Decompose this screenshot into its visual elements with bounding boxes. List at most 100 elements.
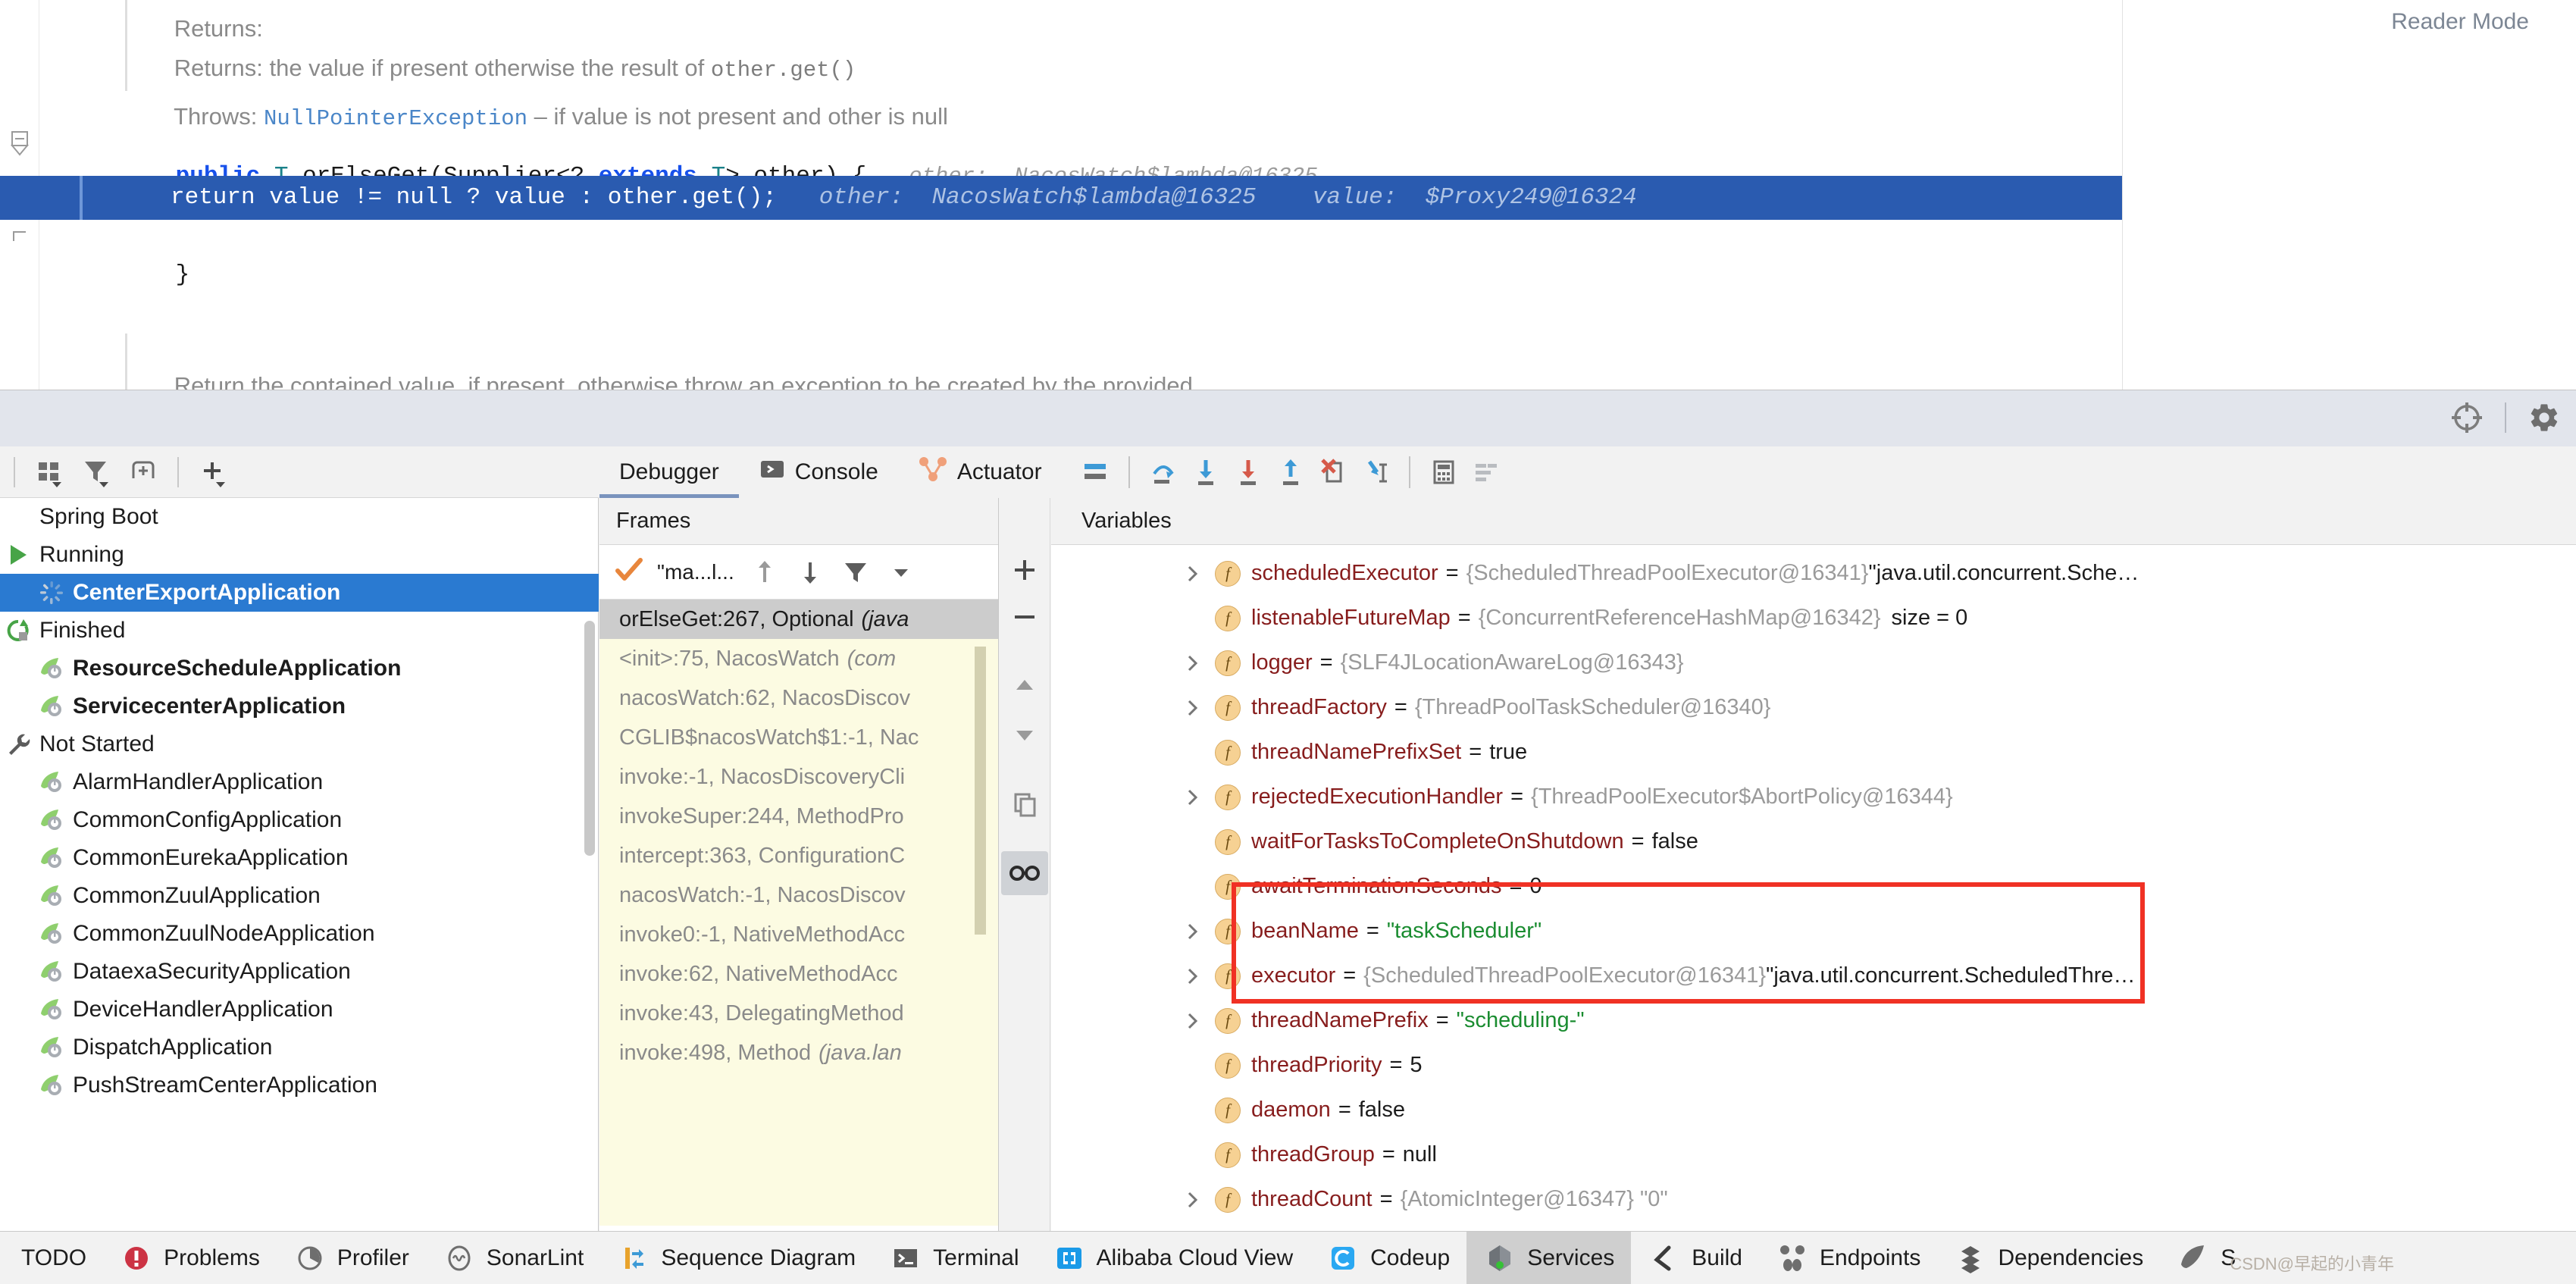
frame-row[interactable]: invoke:-1, NacosDiscoveryCli — [599, 757, 998, 797]
statusbar-item-endpoints[interactable]: Endpoints — [1759, 1232, 1937, 1284]
show-execution-point-icon[interactable] — [1465, 451, 1507, 493]
frame-row[interactable]: CGLIB$nacosWatch$1:-1, Nac — [599, 718, 998, 757]
service-item-resourcescheduleapplication[interactable]: ResourceScheduleApplication — [0, 650, 599, 687]
run-to-cursor-icon[interactable] — [1354, 451, 1397, 493]
editor-split-divider[interactable] — [2122, 0, 2123, 390]
variable-row[interactable]: f threadCount = {AtomicInteger@16347} "0" — [1051, 1177, 2576, 1222]
frame-row[interactable]: orElseGet:267, Optional (java — [599, 600, 998, 639]
layout-settings-icon[interactable] — [1074, 451, 1116, 493]
frames-scrollbar[interactable] — [975, 647, 986, 935]
filter-icon[interactable] — [74, 453, 118, 492]
remove-watch-icon[interactable] — [1001, 595, 1048, 639]
tab-actuator[interactable]: Actuator — [898, 446, 1062, 498]
statusbar-item-dependencies[interactable]: Dependencies — [1937, 1232, 2160, 1284]
variable-row[interactable]: f logger = {SLF4JLocationAwareLog@16343} — [1051, 640, 2576, 685]
chevron-right-icon[interactable] — [1185, 653, 1201, 673]
variable-row[interactable]: f threadPriority = 5 — [1051, 1043, 2576, 1088]
variable-row[interactable]: f threadGroup = null — [1051, 1132, 2576, 1177]
move-down-icon[interactable] — [1001, 712, 1048, 756]
statusbar-item-profiler[interactable]: Profiler — [277, 1232, 426, 1284]
frame-row[interactable]: invoke:62, NativeMethodAcc — [599, 954, 998, 994]
service-item-finished[interactable]: Finished — [0, 612, 599, 650]
service-item-dataexasecurityapplication[interactable]: DataexaSecurityApplication — [0, 953, 599, 991]
code-editor[interactable]: Returns: Returns: the value if present o… — [0, 0, 2576, 390]
add-icon[interactable] — [191, 453, 235, 492]
arrow-up-icon[interactable] — [745, 553, 784, 591]
gear-icon[interactable] — [2526, 399, 2562, 436]
chevron-right-icon[interactable] — [1185, 788, 1201, 807]
force-step-into-icon[interactable] — [1227, 451, 1269, 493]
variable-row[interactable]: f listenableFutureMap = {ConcurrentReferenc… — [1051, 596, 2576, 640]
chevron-right-icon[interactable] — [1185, 966, 1201, 986]
variable-row[interactable]: f beanName = "taskScheduler" — [1051, 909, 2576, 954]
service-item-commonconfigapplication[interactable]: CommonConfigApplication — [0, 801, 599, 839]
frame-row[interactable]: invoke0:-1, NativeMethodAcc — [599, 915, 998, 954]
variable-row[interactable]: f scheduledExecutor = {ScheduledThreadPoolE… — [1051, 551, 2576, 596]
inspect-icon[interactable] — [1000, 851, 1048, 895]
service-item-commonzuulapplication[interactable]: CommonZuulApplication — [0, 877, 599, 915]
status-bar[interactable]: TODO Problems Profiler SonarLint Sequence Di… — [0, 1231, 2576, 1284]
step-over-icon[interactable] — [1142, 451, 1185, 493]
variable-row[interactable]: f threadNamePrefix = "scheduling-" — [1051, 998, 2576, 1043]
frame-row[interactable]: invokeSuper:244, MethodPro — [599, 797, 998, 836]
service-item-not-started[interactable]: Not Started — [0, 725, 599, 763]
chevron-right-icon[interactable] — [1185, 1011, 1201, 1031]
debugger-tabs[interactable]: Debugger Console Actuator — [599, 446, 2576, 498]
statusbar-item-alibaba-cloud-view[interactable]: Alibaba Cloud View — [1036, 1232, 1310, 1284]
evaluate-expression-icon[interactable] — [1423, 451, 1465, 493]
npe-link[interactable]: NullPointerException — [264, 106, 527, 131]
chevron-right-icon[interactable] — [1185, 1190, 1201, 1210]
statusbar-item-services[interactable]: Services — [1466, 1231, 1632, 1284]
drop-frame-icon[interactable] — [1312, 451, 1354, 493]
services-tree[interactable]: Spring Boot Running CenterExportApplicatio… — [0, 498, 599, 1232]
frame-row[interactable]: nacosWatch:62, NacosDiscov — [599, 678, 998, 718]
service-item-running[interactable]: Running — [0, 536, 599, 574]
add-watch-icon[interactable] — [1001, 548, 1048, 592]
execution-line-text[interactable]: return value != null ? value : other.get… — [171, 184, 1637, 211]
variable-row[interactable]: f waitForTasksToCompleteOnShutdown = false — [1051, 819, 2576, 864]
frame-row[interactable]: invoke:43, DelegatingMethod — [599, 994, 998, 1033]
service-item-devicehandlerapplication[interactable]: DeviceHandlerApplication — [0, 991, 599, 1029]
service-item-servicecenterapplication[interactable]: ServicecenterApplication — [0, 687, 599, 725]
frame-row[interactable]: <init>:75, NacosWatch (com — [599, 639, 998, 678]
chevron-right-icon[interactable] — [1185, 922, 1201, 941]
variables-tree[interactable]: f scheduledExecutor = {ScheduledThreadPoolE… — [1051, 545, 2576, 1232]
variable-row[interactable]: f rejectedExecutionHandler = {ThreadPoolExe… — [1051, 775, 2576, 819]
frame-row[interactable]: invoke:498, Method (java.lan — [599, 1033, 998, 1073]
fold-end-marker-icon[interactable] — [11, 227, 27, 249]
variable-row[interactable]: f threadNamePrefixSet = true — [1051, 730, 2576, 775]
service-item-commoneurekaapplication[interactable]: CommonEurekaApplication — [0, 839, 599, 877]
statusbar-item-sequence-diagram[interactable]: Sequence Diagram — [600, 1232, 872, 1284]
statusbar-item-codeup[interactable]: Codeup — [1310, 1232, 1466, 1284]
service-item-spring-boot[interactable]: Spring Boot — [0, 498, 599, 536]
step-into-icon[interactable] — [1185, 451, 1227, 493]
filter-icon[interactable] — [836, 553, 875, 591]
frame-row[interactable]: nacosWatch:-1, NacosDiscov — [599, 875, 998, 915]
step-out-icon[interactable] — [1269, 451, 1312, 493]
chevron-right-icon[interactable] — [1185, 698, 1201, 718]
move-up-icon[interactable] — [1001, 665, 1048, 709]
add-tab-icon[interactable] — [121, 453, 165, 492]
thread-selector[interactable]: "ma...l... — [657, 560, 734, 584]
services-scrollbar[interactable] — [584, 621, 595, 856]
locate-icon[interactable] — [2449, 399, 2485, 436]
chevron-down-icon[interactable] — [881, 553, 921, 591]
tab-debugger[interactable]: Debugger — [599, 446, 739, 498]
frame-row[interactable]: intercept:363, ConfigurationC — [599, 836, 998, 875]
variable-row[interactable]: f threadFactory = {ThreadPoolTaskScheduler@… — [1051, 685, 2576, 730]
statusbar-item-build[interactable]: Build — [1631, 1232, 1759, 1284]
statusbar-item-todo[interactable]: TODO — [5, 1232, 103, 1284]
statusbar-item-problems[interactable]: Problems — [103, 1232, 277, 1284]
variable-row[interactable]: f awaitTerminationSeconds = 0 — [1051, 864, 2576, 909]
service-item-dispatchapplication[interactable]: DispatchApplication — [0, 1029, 599, 1066]
service-item-commonzuulnodeapplication[interactable]: CommonZuulNodeApplication — [0, 915, 599, 953]
reader-mode-label[interactable]: Reader Mode — [2391, 9, 2529, 35]
service-item-pushstreamcenterapplication[interactable]: PushStreamCenterApplication — [0, 1066, 599, 1104]
statusbar-item-terminal[interactable]: Terminal — [872, 1232, 1035, 1284]
tab-console[interactable]: Console — [739, 446, 898, 498]
service-item-alarmhandlerapplication[interactable]: AlarmHandlerApplication — [0, 763, 599, 801]
group-by-icon[interactable] — [27, 453, 71, 492]
arrow-down-icon[interactable] — [790, 553, 830, 591]
variable-row[interactable]: f executor = {ScheduledThreadPoolExecutor@1… — [1051, 954, 2576, 998]
statusbar-item-sonarlint[interactable]: SonarLint — [426, 1232, 600, 1284]
